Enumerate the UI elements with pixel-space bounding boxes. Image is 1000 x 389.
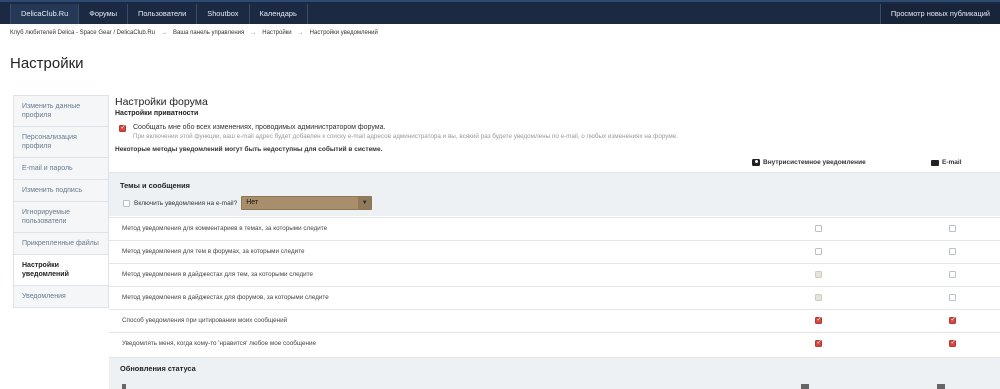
sidebar-item-signature[interactable]: Изменить подпись bbox=[14, 180, 108, 202]
row-label: Метод уведомления в дайджестах для форум… bbox=[122, 294, 329, 301]
breadcrumb-item[interactable]: Настройки bbox=[262, 30, 291, 36]
breadcrumb-current: Настройки уведомлений bbox=[309, 30, 378, 36]
nav-forums[interactable]: Форумы bbox=[79, 4, 129, 24]
user-icon bbox=[752, 159, 760, 166]
cut-off-row-icon bbox=[937, 384, 945, 389]
methods-note: Некоторые методы уведомлений могут быть … bbox=[115, 146, 383, 153]
sidebar-item-notification-settings[interactable]: Настройки уведомлений bbox=[14, 255, 108, 286]
email-toggle: Включить уведомления на e-mail? Нет ▼ bbox=[123, 196, 373, 210]
table-row: Метод уведомления в дайджестах для форум… bbox=[109, 286, 1000, 309]
table-row: Метод уведомления в дайджестах для тем, … bbox=[109, 263, 1000, 286]
privacy-option-label: Сообщать мне обо всех изменениях, провод… bbox=[133, 124, 386, 131]
status-updates-title: Обновления статуса bbox=[120, 364, 196, 373]
row-label: Уведомлять меня, когда кому-то 'нравится… bbox=[122, 340, 316, 347]
nav-calendar[interactable]: Календарь bbox=[250, 4, 308, 24]
email-notify-checkbox[interactable] bbox=[949, 338, 956, 347]
email-notify-checkbox[interactable] bbox=[949, 271, 956, 278]
main-nav: DelicaClub.Ru Форумы Пользователи Shoutb… bbox=[10, 4, 308, 24]
column-header-app-label: Внутрисистемное уведомление bbox=[763, 159, 866, 166]
settings-sidebar: Изменить данные профиля Персонализация п… bbox=[13, 95, 109, 308]
row-label: Метод уведомления в дайджестах для тем, … bbox=[122, 271, 313, 278]
privacy-hint: При включении этой функции, ваш e-mail а… bbox=[133, 133, 678, 140]
cut-off-row-icon bbox=[801, 384, 809, 389]
page-title: Настройки bbox=[10, 55, 84, 72]
breadcrumb: Клуб любителей Delica - Space Gear / Del… bbox=[10, 30, 378, 36]
app-notify-checkbox bbox=[815, 294, 822, 301]
app-notify-checkbox[interactable] bbox=[815, 338, 822, 347]
email-toggle-select-value: Нет bbox=[246, 199, 259, 206]
breadcrumb-separator: → bbox=[161, 30, 168, 36]
table-row: Метод уведомления для комментариев в тем… bbox=[109, 217, 1000, 240]
breadcrumb-separator: → bbox=[297, 30, 304, 36]
email-notify-checkbox[interactable] bbox=[949, 248, 956, 255]
column-header-email: E-mail bbox=[931, 159, 962, 166]
sidebar-item-notifications[interactable]: Уведомления bbox=[14, 286, 108, 307]
sidebar-item-edit-profile[interactable]: Изменить данные профиля bbox=[14, 96, 108, 127]
topics-group: Темы и сообщения Включить уведомления на… bbox=[109, 172, 1000, 216]
breadcrumb-separator: → bbox=[250, 30, 257, 36]
breadcrumb-item[interactable]: Клуб любителей Delica - Space Gear / Del… bbox=[10, 30, 155, 36]
topics-group-title: Темы и сообщения bbox=[120, 181, 190, 190]
chevron-down-icon: ▼ bbox=[358, 197, 372, 209]
status-updates-group: Обновления статуса bbox=[109, 357, 1000, 389]
breadcrumb-item[interactable]: Ваша панель управления bbox=[173, 30, 244, 36]
email-toggle-label: Включить уведомления на e-mail? bbox=[134, 199, 238, 207]
envelope-icon bbox=[931, 159, 939, 166]
email-notify-checkbox[interactable] bbox=[949, 294, 956, 301]
admin-changes-checkbox[interactable] bbox=[119, 123, 126, 132]
column-header-app: Внутрисистемное уведомление bbox=[752, 159, 866, 166]
sidebar-item-email-password[interactable]: E-mail и пароль bbox=[14, 158, 108, 180]
app-notify-checkbox[interactable] bbox=[815, 315, 822, 324]
nav-shoutbox[interactable]: Shoutbox bbox=[197, 4, 250, 24]
email-toggle-checkbox[interactable] bbox=[123, 199, 130, 207]
table-row: Метод уведомления для тем в форумах, за … bbox=[109, 240, 1000, 263]
table-row: Уведомлять меня, когда кому-то 'нравится… bbox=[109, 332, 1000, 355]
privacy-title: Настройки приватности bbox=[115, 110, 199, 117]
section-title: Настройки форума bbox=[115, 96, 208, 108]
email-toggle-select[interactable]: Нет ▼ bbox=[241, 196, 373, 210]
cut-off-row-text bbox=[122, 384, 126, 389]
app-notify-checkbox[interactable] bbox=[815, 225, 822, 232]
column-header-email-label: E-mail bbox=[942, 159, 962, 166]
row-label: Метод уведомления для комментариев в тем… bbox=[122, 225, 328, 232]
view-new-posts-button[interactable]: Просмотр новых публикаций bbox=[879, 4, 1000, 24]
main-content: Настройки форума Настройки приватности С… bbox=[109, 90, 1000, 389]
app-notify-checkbox bbox=[815, 271, 822, 278]
nav-users[interactable]: Пользователи bbox=[128, 4, 198, 24]
row-label: Способ уведомления при цитировании моих … bbox=[122, 317, 288, 324]
table-row: Способ уведомления при цитировании моих … bbox=[109, 309, 1000, 332]
row-label: Метод уведомления для тем в форумах, за … bbox=[122, 248, 305, 255]
sidebar-item-customize-profile[interactable]: Персонализация профиля bbox=[14, 127, 108, 158]
app-notify-checkbox[interactable] bbox=[815, 248, 822, 255]
nav-home[interactable]: DelicaClub.Ru bbox=[10, 4, 80, 24]
sidebar-item-ignored-users[interactable]: Игнорируемые пользователи bbox=[14, 202, 108, 233]
sidebar-item-attachments[interactable]: Прикрепленные файлы bbox=[14, 233, 108, 255]
email-notify-checkbox[interactable] bbox=[949, 315, 956, 324]
email-notify-checkbox[interactable] bbox=[949, 225, 956, 232]
top-navigation-bar: DelicaClub.Ru Форумы Пользователи Shoutb… bbox=[0, 0, 1000, 24]
